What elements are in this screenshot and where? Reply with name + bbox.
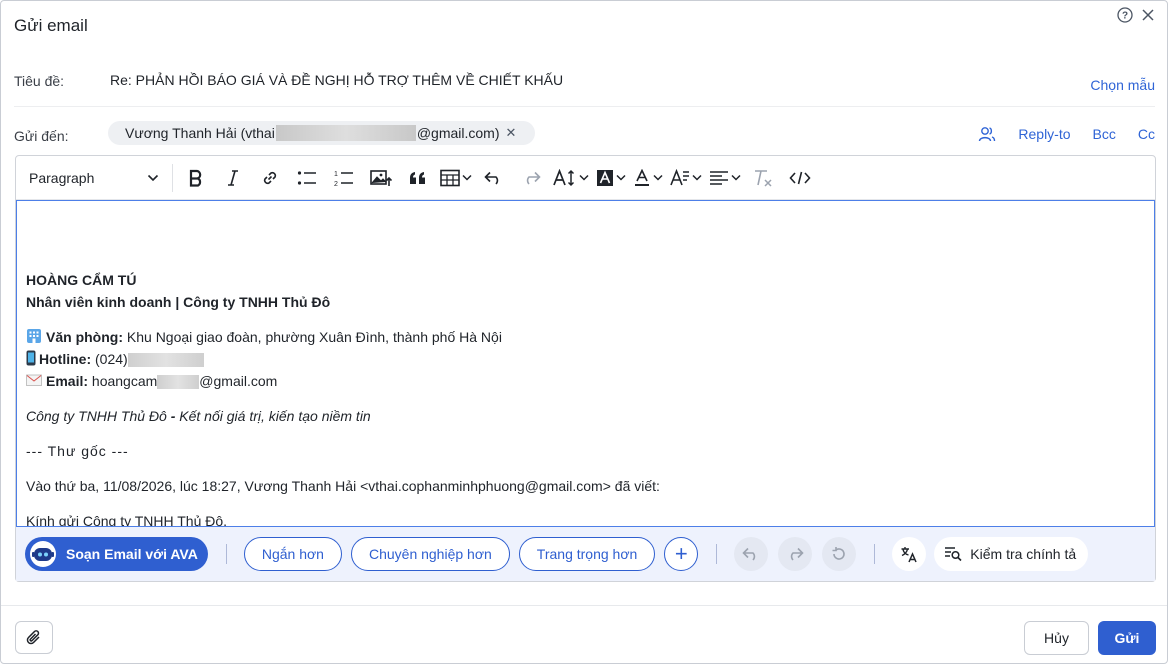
redacted-block [127, 353, 204, 368]
ai-regenerate-icon[interactable] [822, 537, 857, 571]
image-icon[interactable] [366, 163, 396, 193]
dialog-title: Gửi email [14, 16, 88, 35]
paperclip-icon [26, 629, 40, 644]
ava-robot-icon [30, 541, 56, 567]
code-icon[interactable] [785, 163, 815, 193]
clear-format-icon[interactable] [748, 163, 778, 193]
more-professional-button[interactable]: Chuyên nghiệp hơn [350, 537, 510, 571]
align-icon[interactable] [709, 163, 741, 193]
reply-to-link[interactable]: Reply-to [1018, 126, 1070, 142]
svg-text:1: 1 [334, 171, 338, 178]
translate-icon[interactable] [892, 537, 927, 571]
redacted-block [275, 125, 416, 141]
cancel-button[interactable]: Hủy [1024, 621, 1089, 655]
ai-bar-divider [716, 544, 718, 564]
email-prefix: hoangcam [91, 373, 158, 389]
numbered-list-icon[interactable]: 12 [329, 163, 359, 193]
spell-check-label: Kiểm tra chính tả [970, 546, 1077, 562]
signature-name: HOÀNG CẨM TÚ [26, 272, 137, 288]
ai-undo-icon[interactable] [734, 537, 769, 571]
redacted-block [157, 375, 200, 390]
font-color-icon[interactable] [633, 163, 663, 193]
signature-title: Nhân viên kinh doanh | Công ty TNHH Thủ … [26, 294, 331, 310]
recipient-chip[interactable]: Vương Thanh Hải (vthai @gmail.com) ✕ [108, 121, 535, 145]
hotline-line: Hotline: (024) [26, 348, 204, 370]
office-line: Văn phòng: Khu Ngoại giao đoàn, phường X… [26, 326, 502, 348]
original-message-marker: --- Thư gốc --- [26, 443, 129, 459]
subject-divider [14, 106, 1155, 107]
quote-icon[interactable] [403, 163, 433, 193]
ai-bar-divider [874, 544, 876, 564]
hotline-label: Hotline: [39, 351, 92, 367]
footer-divider [1, 605, 1167, 606]
svg-text:2: 2 [334, 181, 338, 187]
office-value: Khu Ngoại giao đoàn, phường Xuân Đình, t… [126, 329, 502, 345]
bullet-list-icon[interactable] [292, 163, 322, 193]
office-building-icon [27, 329, 41, 343]
slogan-line: Công ty TNHH Thủ Đô - Kết nối giá trị, k… [26, 405, 371, 427]
font-size-icon[interactable] [553, 163, 589, 193]
bcc-link[interactable]: Bcc [1093, 126, 1116, 142]
compose-with-ava-button[interactable]: Soạn Email với AVA [25, 537, 208, 571]
attach-file-button[interactable] [15, 621, 53, 654]
highlight-icon[interactable] [596, 163, 626, 193]
dialog-top-icons: ? [1117, 7, 1155, 23]
text-style-icon[interactable] [670, 163, 702, 193]
help-icon[interactable]: ? [1117, 7, 1133, 23]
spell-check-button[interactable]: Kiểm tra chính tả [934, 537, 1089, 571]
email-editor: Paragraph 12 HOÀNG CẨM TÚ Nhân viên kinh… [15, 155, 1156, 582]
svg-text:?: ? [1122, 11, 1128, 22]
email-body[interactable]: HOÀNG CẨM TÚ Nhân viên kinh doanh | Công… [16, 200, 1155, 527]
slogan-text: Kết nối giá trị, kiến tạo niềm tin [179, 408, 371, 424]
add-option-icon[interactable]: + [664, 537, 699, 571]
email-line: Email: hoangcam @gmail.com [26, 370, 277, 392]
remove-recipient-icon[interactable]: ✕ [506, 125, 517, 141]
chevron-down-icon [147, 174, 159, 181]
send-button[interactable]: Gửi [1098, 621, 1156, 655]
table-icon[interactable] [440, 163, 472, 193]
more-formal-button[interactable]: Trang trọng hơn [518, 537, 656, 571]
redo-icon[interactable] [516, 163, 546, 193]
email-suffix: @gmail.com [199, 373, 278, 389]
office-label: Văn phòng: [46, 329, 123, 345]
send-email-dialog: Gửi email ? Tiêu đề: Re: PHẢN HỒI BÁO GI… [0, 0, 1168, 664]
close-icon[interactable] [1141, 8, 1155, 22]
undo-icon[interactable] [479, 163, 509, 193]
paragraph-select[interactable]: Paragraph [29, 170, 163, 186]
envelope-icon [26, 374, 42, 386]
shorter-button[interactable]: Ngắn hơn [243, 537, 342, 571]
recipient-actions: Reply-to Bcc Cc [978, 126, 1155, 142]
subject-input[interactable]: Re: PHẢN HỒI BÁO GIÁ VÀ ĐỀ NGHỊ HỖ TRỢ T… [110, 72, 563, 88]
contacts-icon[interactable] [978, 126, 996, 142]
choose-template-link[interactable]: Chọn mẫu [1090, 77, 1155, 93]
ai-assist-bar: Soạn Email với AVA Ngắn hơn Chuyên nghiệ… [16, 527, 1155, 581]
slogan-dash: - [166, 408, 180, 424]
compose-with-ava-label: Soạn Email với AVA [66, 546, 198, 562]
editor-toolbar: Paragraph 12 [16, 156, 1155, 200]
paragraph-select-value: Paragraph [29, 169, 95, 186]
cc-link[interactable]: Cc [1138, 126, 1155, 142]
mobile-phone-icon [26, 350, 36, 366]
recipient-chip-name: Vương Thanh Hải (vthai [125, 125, 275, 141]
toolbar-divider [172, 163, 173, 192]
bold-icon[interactable] [181, 163, 211, 193]
email-label: Email: [46, 373, 89, 389]
ai-bar-divider [225, 544, 227, 564]
slogan-company: Công ty TNHH Thủ Đô [26, 408, 167, 424]
quote-greeting: Kính gửi Công ty TNHH Thủ Đô, [26, 513, 228, 527]
subject-label: Tiêu đề: [14, 73, 65, 89]
recipient-chip-domain: @gmail.com) [416, 125, 500, 141]
hotline-value: (024) [95, 351, 128, 367]
recipient-label: Gửi đến: [14, 128, 69, 144]
quote-header: Vào thứ ba, 11/08/2026, lúc 18:27, Vương… [26, 478, 660, 494]
ai-redo-icon[interactable] [778, 537, 813, 571]
italic-icon[interactable] [218, 163, 248, 193]
link-icon[interactable] [255, 163, 285, 193]
spell-check-icon [945, 547, 962, 562]
